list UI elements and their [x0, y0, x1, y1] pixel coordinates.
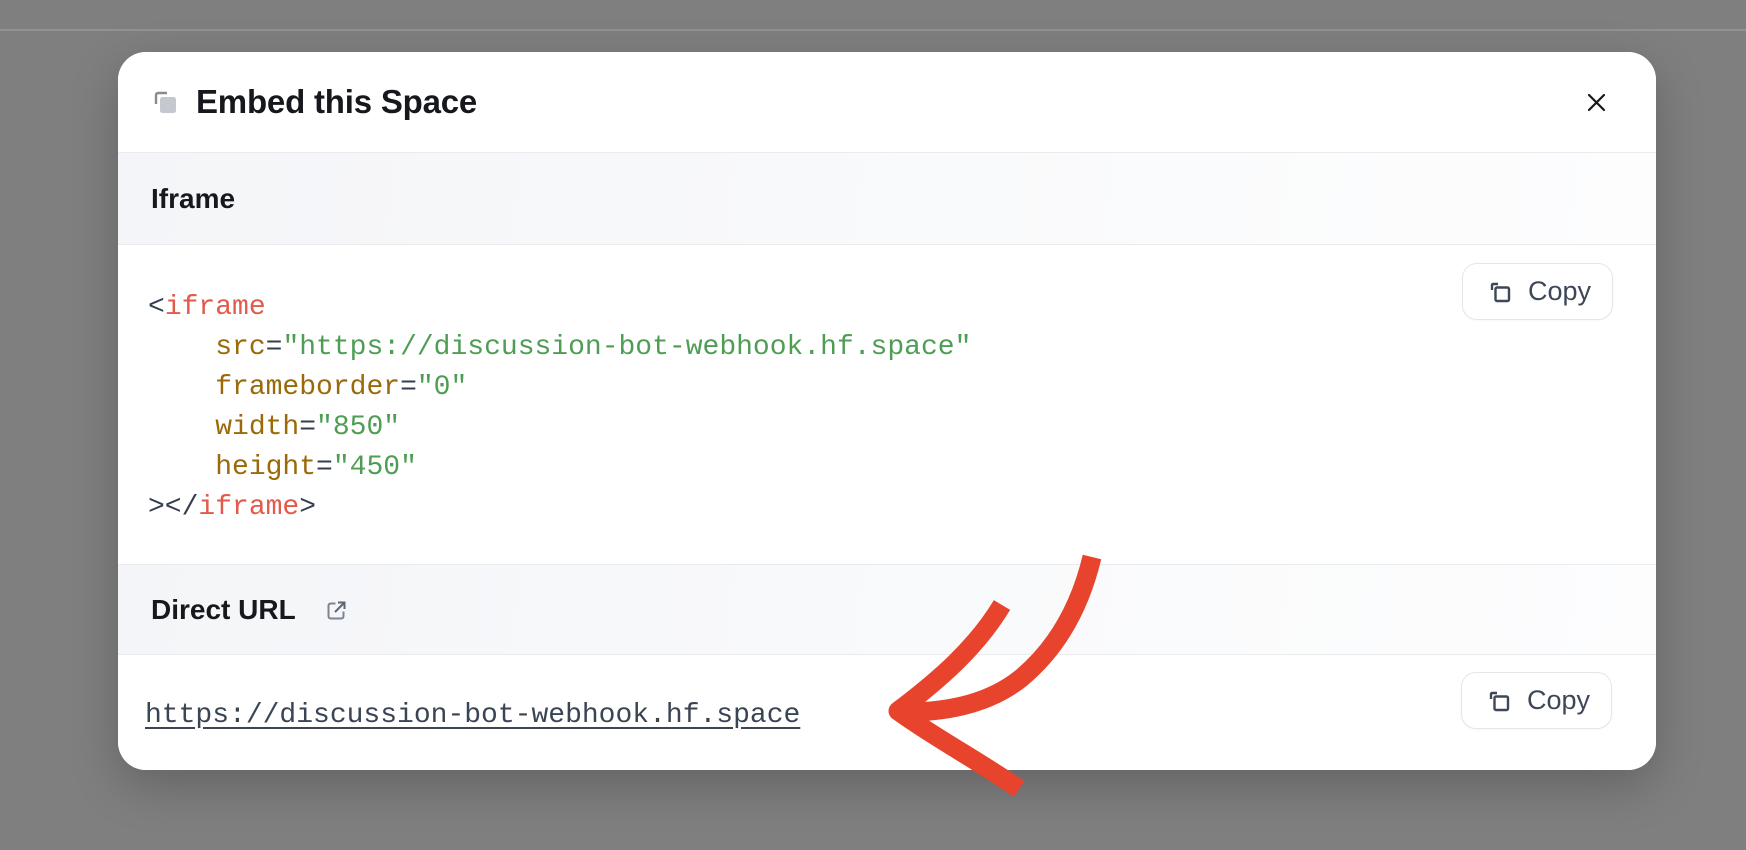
screen: Embed this Space Iframe <iframe src="htt… [0, 0, 1746, 850]
iframe-code-section: <iframe src="https://discussion-bot-webh… [118, 245, 1656, 565]
direct-url-section-header: Direct URL [118, 565, 1656, 655]
close-x-icon [1583, 89, 1610, 116]
background-page-edge [0, 29, 1746, 31]
copy-icon [1483, 685, 1514, 716]
copy-iframe-button[interactable]: Copy [1462, 263, 1613, 320]
embed-space-modal: Embed this Space Iframe <iframe src="htt… [118, 52, 1656, 770]
direct-url-row: https://discussion-bot-webhook.hf.space … [118, 655, 1656, 770]
copy-iframe-label: Copy [1528, 276, 1591, 307]
copy-icon [152, 89, 179, 116]
modal-header: Embed this Space [118, 52, 1656, 153]
embed-code: <iframe src="https://discussion-bot-webh… [148, 288, 1656, 528]
modal-title: Embed this Space [196, 83, 477, 121]
close-button[interactable] [1576, 82, 1616, 122]
copy-url-label: Copy [1527, 685, 1590, 716]
direct-url-link[interactable]: https://discussion-bot-webhook.hf.space [145, 700, 800, 731]
external-link-icon[interactable] [323, 597, 350, 624]
copy-icon [1484, 276, 1515, 307]
iframe-section-header: Iframe [118, 153, 1656, 245]
iframe-section-label: Iframe [151, 183, 235, 215]
copy-url-button[interactable]: Copy [1461, 672, 1612, 729]
direct-url-section-label: Direct URL [151, 594, 296, 626]
